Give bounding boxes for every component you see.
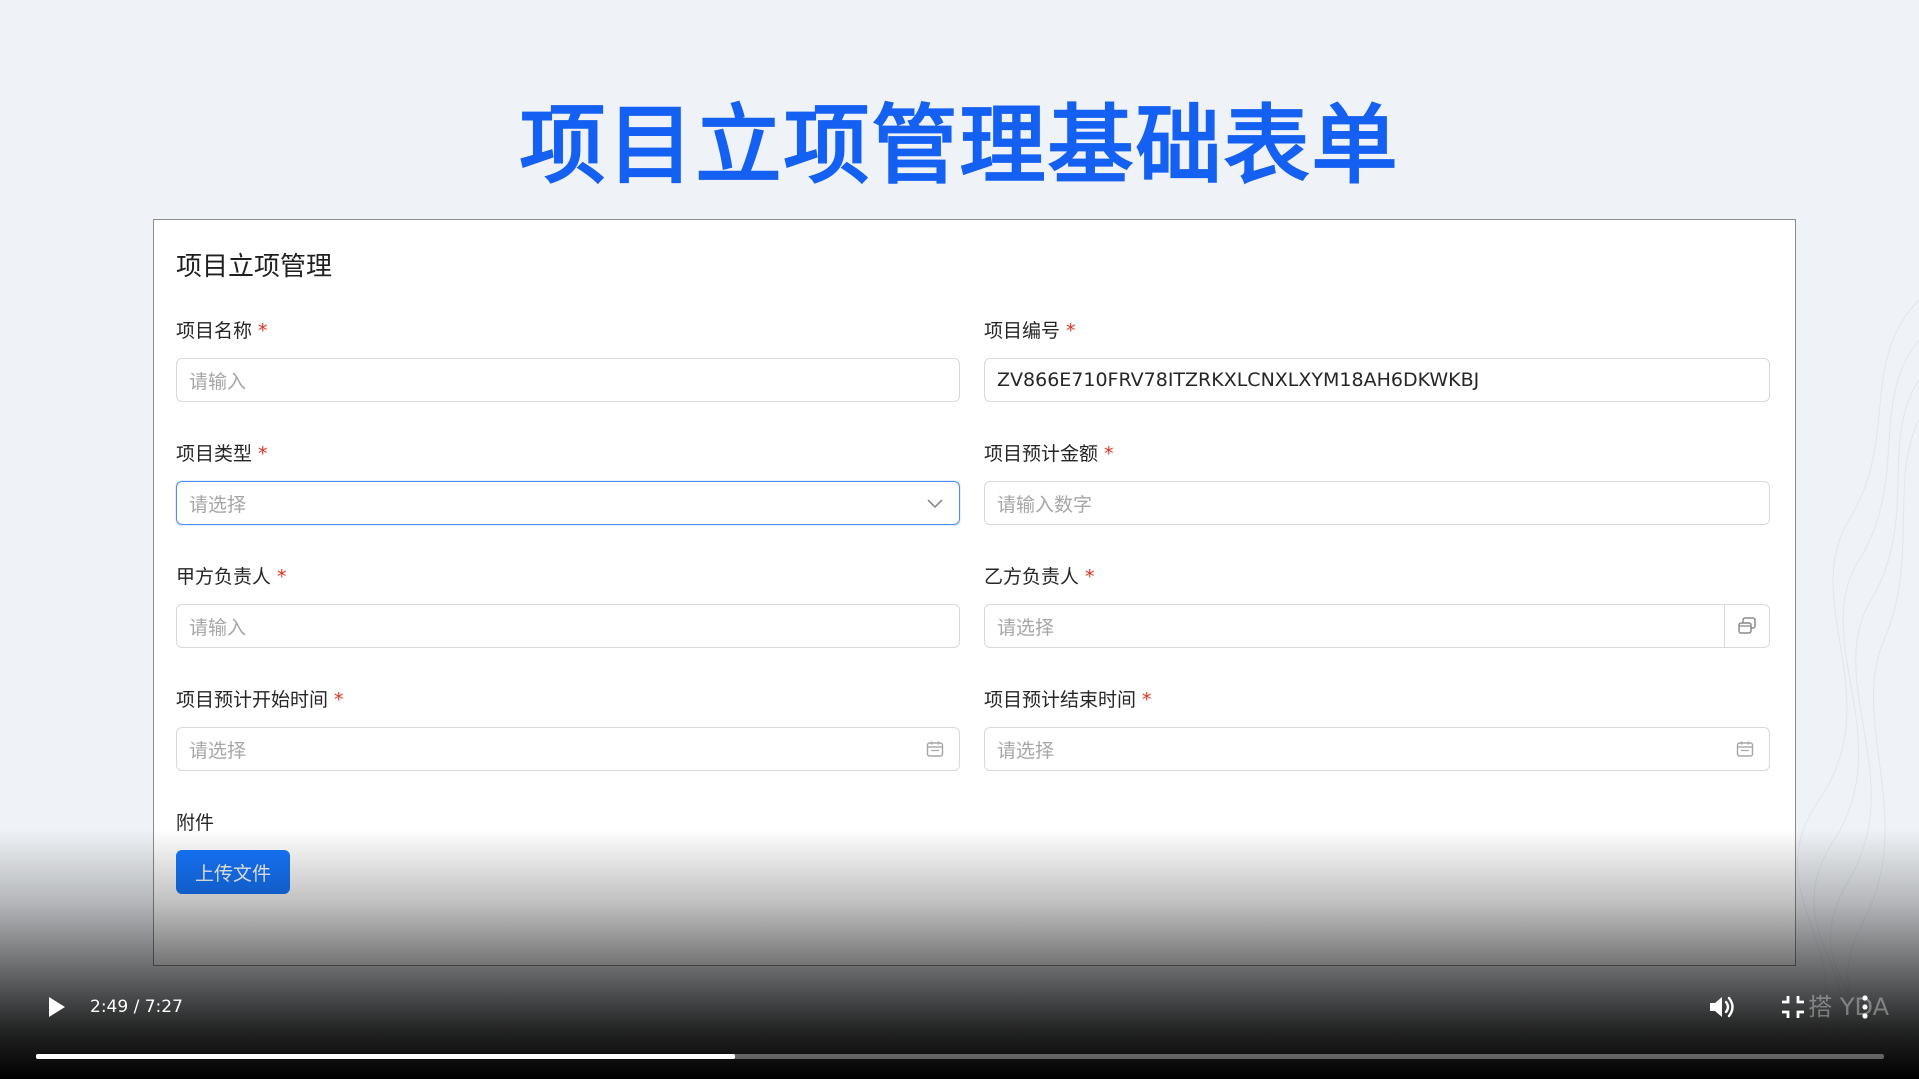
play-icon[interactable] [42,993,70,1021]
required-mark: * [1066,320,1076,342]
party-b-lead-label-text: 乙方负责人 [984,566,1080,588]
project-name-label: 项目名称 * [176,316,268,343]
estimated-amount-placeholder: 请输入数字 [997,493,1093,516]
project-name-input[interactable]: 请输入 [176,358,960,402]
party-a-lead-placeholder: 请输入 [189,616,247,639]
upload-file-button[interactable]: 上传文件 [176,850,290,894]
playback-time: 2:49 / 7:27 [90,997,183,1017]
project-type-label-text: 项目类型 [176,443,253,465]
slide-title: 项目立项管理基础表单 [519,96,1400,196]
required-mark: * [258,320,268,342]
required-mark: * [1085,566,1095,588]
project-type-select[interactable]: 请选择 [176,481,960,525]
party-b-lead-label: 乙方负责人 * [984,562,1095,589]
estimated-amount-input[interactable]: 请输入数字 [984,481,1770,525]
chevron-down-icon [927,499,943,509]
progress-bar[interactable] [36,1054,1884,1059]
form-card: 项目立项管理 项目名称 * 请输入 项目编号 * ZV866E710FRV78ITZ… [153,219,1796,966]
project-code-label: 项目编号 * [984,316,1076,343]
project-type-label: 项目类型 * [176,439,268,466]
start-time-label: 项目预计开始时间 * [176,685,344,712]
user-picker-button[interactable] [1724,605,1769,647]
project-name-label-text: 项目名称 [176,320,253,342]
required-mark: * [1104,443,1114,465]
volume-icon[interactable] [1705,991,1737,1023]
end-time-placeholder: 请选择 [997,739,1055,762]
project-type-placeholder: 请选择 [189,493,247,516]
end-time-label: 项目预计结束时间 * [984,685,1152,712]
party-a-lead-label-text: 甲方负责人 [176,566,272,588]
progress-fill [36,1054,735,1059]
end-time-label-text: 项目预计结束时间 [984,689,1137,711]
calendar-icon [926,741,944,757]
form-heading: 项目立项管理 [176,252,333,282]
required-mark: * [258,443,268,465]
select-window-icon [1738,617,1756,634]
end-time-picker[interactable]: 请选择 [984,727,1770,771]
project-code-input[interactable]: ZV866E710FRV78ITZRKXLCNXLXYM18AH6DKWKBJ [984,358,1770,402]
project-code-value: ZV866E710FRV78ITZRKXLCNXLXYM18AH6DKWKBJ [997,369,1480,391]
required-mark: * [1142,689,1152,711]
project-name-placeholder: 请输入 [189,370,247,393]
party-b-lead-placeholder: 请选择 [997,616,1055,639]
exit-fullscreen-icon[interactable] [1777,991,1809,1023]
required-mark: * [277,566,287,588]
party-a-lead-input[interactable]: 请输入 [176,604,960,648]
video-controls: 2:49 / 7:27 搭 YDA [0,979,1919,1079]
party-a-lead-label: 甲方负责人 * [176,562,287,589]
estimated-amount-label: 项目预计金额 * [984,439,1114,466]
start-time-label-text: 项目预计开始时间 [176,689,329,711]
attachment-label: 附件 [176,812,215,834]
more-options-icon[interactable] [1849,991,1881,1023]
party-b-lead-picker[interactable]: 请选择 [984,604,1770,648]
project-code-label-text: 项目编号 [984,320,1061,342]
calendar-icon [1736,741,1754,757]
estimated-amount-label-text: 项目预计金额 [984,443,1099,465]
required-mark: * [334,689,344,711]
start-time-placeholder: 请选择 [189,739,247,762]
video-slide: 项目立项管理基础表单 项目立项管理 项目名称 * 请输入 项目编号 * ZV866E… [0,0,1919,1079]
start-time-picker[interactable]: 请选择 [176,727,960,771]
